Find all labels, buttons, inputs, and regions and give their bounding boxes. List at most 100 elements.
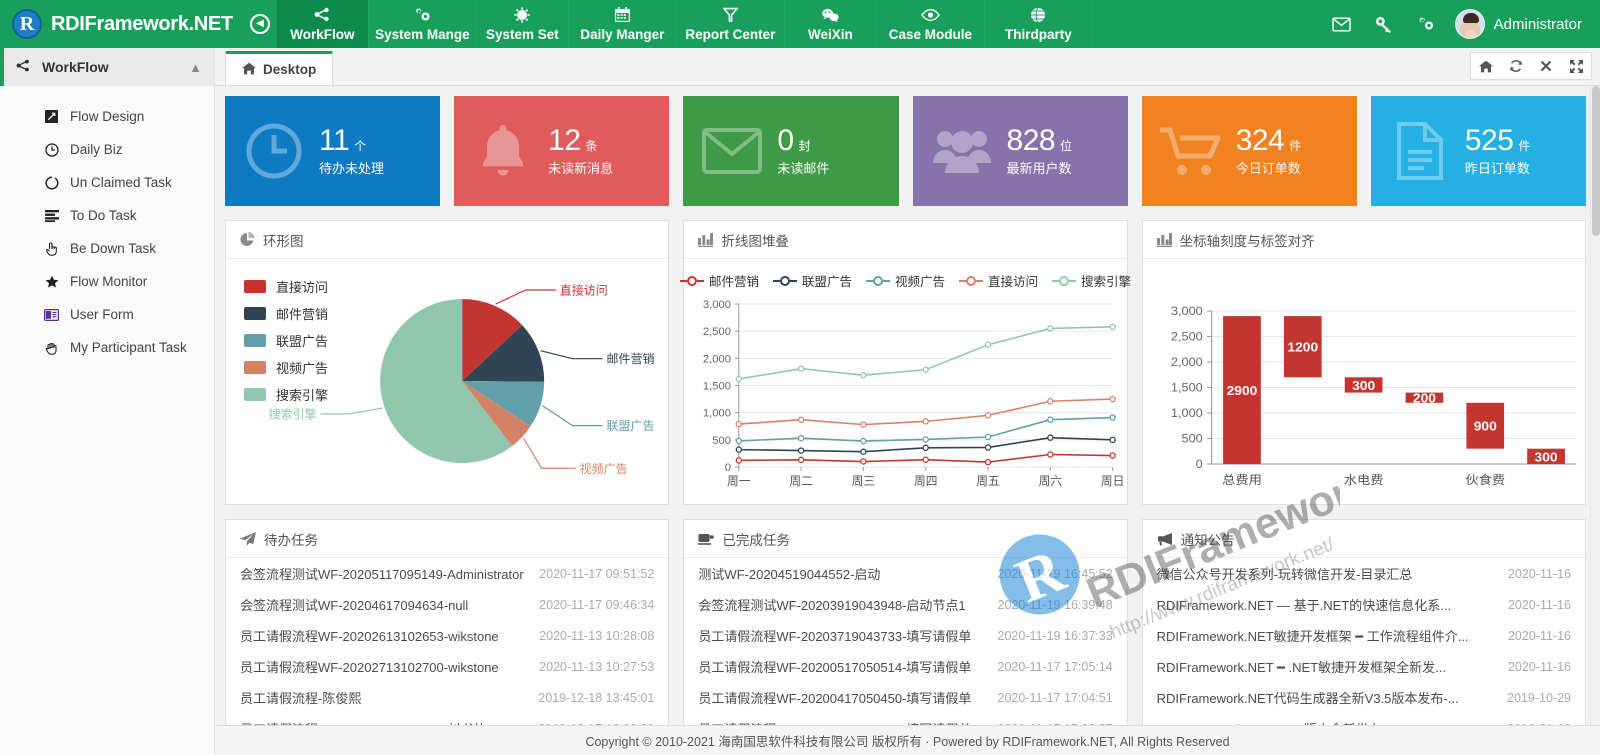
task-title[interactable]: 员工请假流程WF-20200417050450-填写请假单 xyxy=(698,688,971,707)
sidebar-item-un-claimed-task[interactable]: Un Claimed Task xyxy=(0,166,214,199)
legend-item[interactable]: 搜索引擎 xyxy=(1052,271,1131,290)
stat-card-today-orders[interactable]: 324 件 今日订单数 xyxy=(1141,96,1357,206)
avatar[interactable] xyxy=(1454,9,1485,39)
data-point xyxy=(860,371,867,379)
task-title[interactable]: 会签流程测试WF-20204617094634-null xyxy=(240,595,468,614)
window-controls xyxy=(1470,52,1592,80)
y-tick-label: 2,500 xyxy=(703,326,731,338)
sidebar-header-title: WorkFlow xyxy=(42,59,109,75)
panel-todo-tasks: 待办任务 会签流程测试WF-20205117095149-Administrat… xyxy=(225,519,670,726)
stat-card-pending[interactable]: 11 个 待办未处理 xyxy=(225,96,441,206)
panel-bar-chart: 坐标轴刻度与标签对齐 0 500 1,000 1,500 2,000 2,500 3,000… xyxy=(1141,220,1586,505)
sun-icon xyxy=(514,7,530,24)
fullscreen-icon[interactable] xyxy=(1561,53,1591,79)
sidebar-item-daily-biz[interactable]: Daily Biz xyxy=(0,133,214,166)
pie-chart-icon xyxy=(240,232,255,247)
bar-chart-svg[interactable]: 0 500 1,000 1,500 2,000 2,500 3,000 2900 1200 300… xyxy=(1143,259,1585,504)
nav-item-case-module[interactable]: Case Module xyxy=(877,0,985,48)
list-item[interactable]: RDIFramework.NET敏捷开发框架 ━ 工作流程组件介... 2020-… xyxy=(1143,620,1585,651)
stat-card-yesterday-orders[interactable]: 525 件 昨日订单数 xyxy=(1370,96,1587,206)
list-item[interactable]: RDIFramework.NET V3.3版本全新发布 2019-01-18 xyxy=(1143,713,1585,726)
chevron-up-icon[interactable]: ▲ xyxy=(189,60,202,75)
username-label[interactable]: Administrator xyxy=(1494,16,1582,33)
notice-title[interactable]: RDIFramework.NET V3.3版本全新发布 xyxy=(1157,719,1382,725)
list-item[interactable]: 员工请假流程-陈俊熙 2019-12-18 13:45:01 xyxy=(226,682,668,713)
notice-title[interactable]: RDIFramework.NET敏捷开发框架 ━ 工作流程组件介... xyxy=(1157,626,1469,645)
list-item[interactable]: RDIFramework.NET — 基于.NET的快速信息化系... 2020-… xyxy=(1143,589,1585,620)
list-item[interactable]: 会签流程测试WF-20203919043948-启动节点1 2020-11-19 … xyxy=(684,589,1126,620)
sidebar-header[interactable]: WorkFlow ▲ xyxy=(0,48,214,86)
list-item[interactable]: RDIFramework.NET ━ .NET敏捷开发框架全新发... 2020-… xyxy=(1143,651,1585,682)
list-item[interactable]: 微信公众号开发系列-玩转微信开发-目录汇总 2020-11-16 xyxy=(1143,558,1585,589)
list-item[interactable]: 员工请假流程WF-20203719043733-填写请假单 2020-11-19 … xyxy=(684,620,1126,651)
sidebar-item-user-form[interactable]: User Form xyxy=(0,298,214,331)
list-item[interactable]: 员工请假流程WF-20200417050450-填写请假单 2020-11-17 … xyxy=(684,682,1126,713)
sidebar-item-flow-design[interactable]: Flow Design xyxy=(0,100,214,133)
sidebar-item-my-participant-task[interactable]: My Participant Task xyxy=(0,331,214,364)
notice-date: 2019-01-18 xyxy=(1507,722,1571,726)
vertical-scrollbar[interactable] xyxy=(1590,86,1600,725)
task-title[interactable]: 测试WF-20204519044552-启动 xyxy=(698,564,880,583)
envelope-icon[interactable] xyxy=(1321,0,1363,48)
refresh-icon[interactable] xyxy=(1501,53,1531,79)
legend-item[interactable]: 邮件营销 xyxy=(679,271,759,290)
list-item[interactable]: 会签流程测试WF-20205117095149-Administrator 202… xyxy=(226,558,668,589)
legend-marker xyxy=(865,275,890,286)
notice-title[interactable]: RDIFramework.NET代码生成器全新V3.5版本发布-... xyxy=(1157,688,1459,707)
sidebar-item-be-down-task[interactable]: Be Down Task xyxy=(0,232,214,265)
gears-icon[interactable] xyxy=(1405,0,1447,48)
list-item[interactable]: 员工请假流程WF-20195117035136-刘书仙 2019-12-17 16… xyxy=(226,713,668,726)
line-chart-svg[interactable]: 0 500 1,000 1,500 2,000 2,500 3,000 周一 周二 周三 周四 周五 周… xyxy=(684,290,1126,495)
body: WorkFlow ▲ Flow Design Daily Biz Un Clai… xyxy=(0,48,1600,755)
nav-item-workflow[interactable]: WorkFlow xyxy=(276,0,369,48)
nav-item-report-center[interactable]: Report Center xyxy=(677,0,785,48)
close-icon[interactable] xyxy=(1531,53,1561,79)
task-title[interactable]: 员工请假流程-陈俊熙 xyxy=(240,688,361,707)
list-item[interactable]: 员工请假流程WF-20202613102653-wikstone 2020-11-… xyxy=(226,620,668,651)
nav-item-daily-manger[interactable]: Daily Manger xyxy=(569,0,677,48)
list-item[interactable]: 会签流程测试WF-20204617094634-null 2020-11-17 0… xyxy=(226,589,668,620)
list-item[interactable]: 测试WF-20204519044552-启动 2020-11-19 16:45:5… xyxy=(684,558,1126,589)
notice-title[interactable]: RDIFramework.NET — 基于.NET的快速信息化系... xyxy=(1157,595,1451,614)
stat-card-unread-mail[interactable]: 0封 未读邮件 xyxy=(683,96,899,206)
scrollbar-thumb[interactable] xyxy=(1592,86,1600,236)
list-item[interactable]: 员工请假流程WF-20200017050027-填写请假单 2020-11-17 … xyxy=(684,713,1126,726)
sidebar-item-flow-monitor[interactable]: Flow Monitor xyxy=(0,265,214,298)
app-logo: R xyxy=(12,9,42,39)
nav-item-system-mange[interactable]: System Mange xyxy=(369,0,477,48)
legend-item[interactable]: 直接访问 xyxy=(959,271,1038,290)
task-title[interactable]: 员工请假流程WF-20203719043733-填写请假单 xyxy=(698,626,971,645)
nav-item-weixin[interactable]: WeiXin xyxy=(785,0,877,48)
panel-title: 坐标轴刻度与标签对齐 xyxy=(1179,233,1315,249)
sidebar-collapse-button[interactable]: ◀ xyxy=(243,0,277,48)
task-title[interactable]: 员工请假流程WF-20195117035136-刘书仙 xyxy=(240,719,486,725)
task-date: 2020-11-17 17:04:51 xyxy=(997,690,1113,705)
home-icon[interactable] xyxy=(1471,53,1501,79)
task-title[interactable]: 员工请假流程WF-20200017050027-填写请假单 xyxy=(698,719,971,725)
data-point xyxy=(860,448,867,455)
list-item[interactable]: RDIFramework.NET代码生成器全新V3.5版本发布-... 2019-… xyxy=(1143,682,1585,713)
list-item[interactable]: 员工请假流程WF-20202713102700-wikstone 2020-11-… xyxy=(226,651,668,682)
legend-item[interactable]: 联盟广告 xyxy=(772,271,852,290)
legend-item[interactable]: 视频广告 xyxy=(865,271,945,290)
sidebar: WorkFlow ▲ Flow Design Daily Biz Un Clai… xyxy=(0,48,215,755)
pie-chart-svg[interactable]: 直接访问邮件营销联盟广告视频广告 搜索引擎 xyxy=(226,259,668,504)
task-title[interactable]: 会签流程测试WF-20205117095149-Administrator xyxy=(240,564,524,583)
task-title[interactable]: 员工请假流程WF-20200517050514-填写请假单 xyxy=(698,657,971,676)
sidebar-item-label: My Participant Task xyxy=(70,340,187,355)
data-point xyxy=(1047,434,1054,441)
task-title[interactable]: 会签流程测试WF-20203919043948-启动节点1 xyxy=(698,595,965,614)
tab-desktop[interactable]: Desktop xyxy=(225,51,334,85)
task-title[interactable]: 员工请假流程WF-20202713102700-wikstone xyxy=(240,657,499,676)
nav-item-thirdparty[interactable]: Thirdparty xyxy=(985,0,1093,48)
key-icon[interactable] xyxy=(1363,0,1405,48)
sidebar-item-to-do-task[interactable]: To Do Task xyxy=(0,199,214,232)
stat-card-users[interactable]: 828 位 最新用户数 xyxy=(912,96,1128,206)
stat-card-unread-messages[interactable]: 12 条 未读新消息 xyxy=(454,96,670,206)
list-item[interactable]: 员工请假流程WF-20200517050514-填写请假单 2020-11-17 … xyxy=(684,651,1126,682)
notice-title[interactable]: 微信公众号开发系列-玩转微信开发-目录汇总 xyxy=(1157,564,1413,583)
data-point xyxy=(985,412,992,419)
task-title[interactable]: 员工请假流程WF-20202613102653-wikstone xyxy=(240,626,499,645)
notice-title[interactable]: RDIFramework.NET ━ .NET敏捷开发框架全新发... xyxy=(1157,657,1446,676)
nav-item-system-set[interactable]: System Set xyxy=(477,0,569,48)
